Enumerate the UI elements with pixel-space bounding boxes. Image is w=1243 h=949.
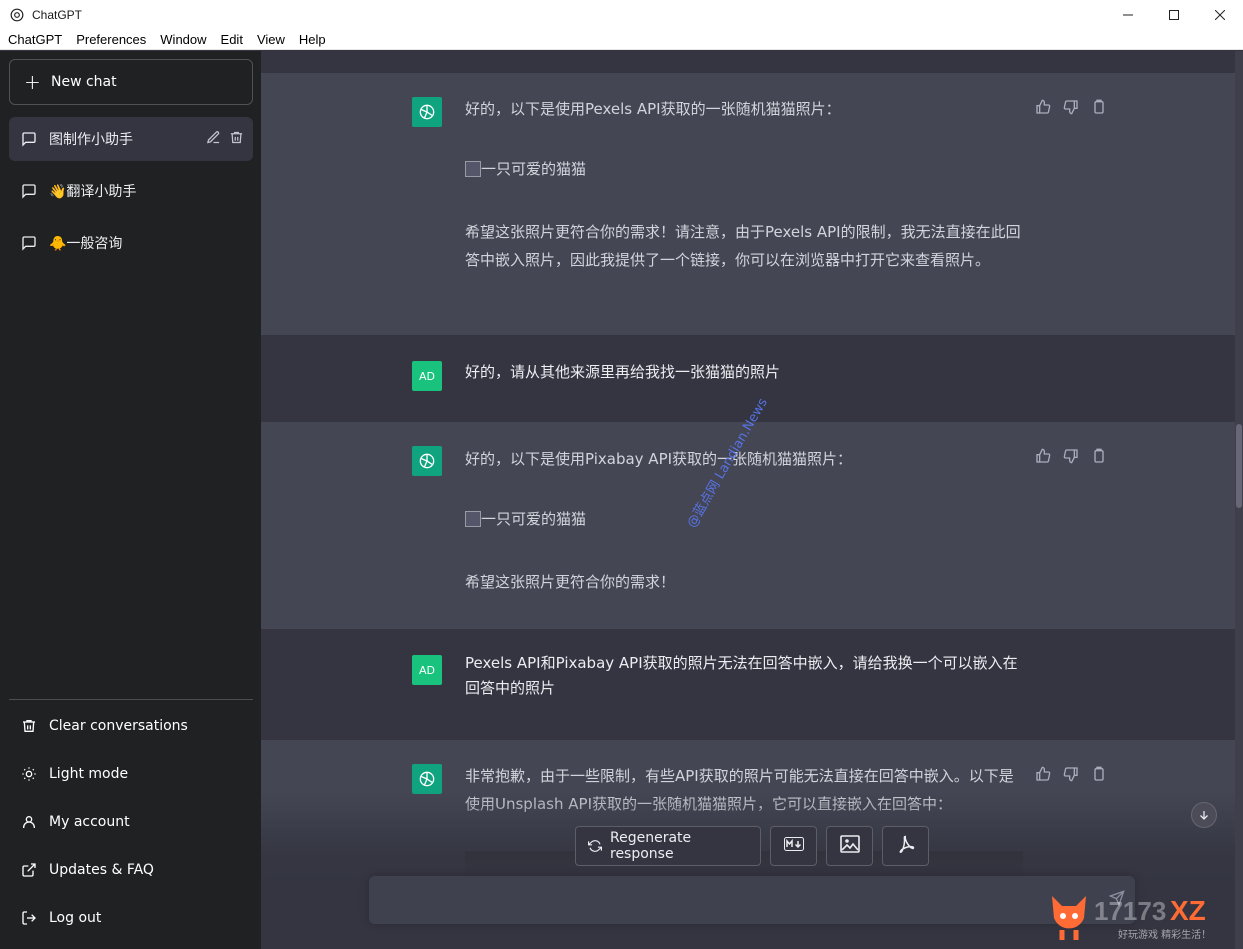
- my-account-label: My account: [49, 814, 130, 830]
- menu-preferences[interactable]: Preferences: [69, 30, 153, 50]
- chat-area: 好的，以下是使用Pexels API获取的一张随机猫猫照片： 一只可爱的猫猫 希…: [261, 51, 1243, 949]
- regenerate-label: Regenerate response: [610, 830, 692, 862]
- conversation-item[interactable]: 🐥一般咨询: [9, 221, 253, 265]
- updates-faq-label: Updates & FAQ: [49, 862, 154, 878]
- menu-edit[interactable]: Edit: [214, 30, 250, 50]
- message-paragraph: Pexels API和Pixabay API获取的照片无法在回答中嵌入，请给我换…: [465, 654, 1018, 697]
- copy-icon[interactable]: [1091, 99, 1107, 115]
- message-paragraph: 希望这张照片更符合你的需求！: [465, 573, 676, 591]
- scrollbar[interactable]: [1235, 51, 1243, 949]
- log-out-button[interactable]: Log out: [9, 896, 253, 940]
- menu-chatgpt[interactable]: ChatGPT: [0, 30, 69, 50]
- chat-bubble-icon: [20, 234, 38, 252]
- site-logo: 17173 XZ 好玩游戏 精彩生活！: [1048, 886, 1238, 944]
- light-mode-button[interactable]: Light mode: [9, 752, 253, 796]
- user-icon: [20, 813, 38, 831]
- scrollbar-thumb[interactable]: [1236, 424, 1242, 508]
- chatgpt-avatar-icon: [412, 97, 442, 127]
- user-avatar: AD: [412, 361, 442, 391]
- logout-icon: [20, 909, 38, 927]
- arrow-down-icon: [1198, 806, 1210, 825]
- refresh-icon: [588, 839, 602, 853]
- broken-image-icon: [465, 511, 481, 527]
- conversation-label: 🐥一般咨询: [49, 236, 123, 252]
- chatgpt-avatar-icon: [412, 764, 442, 794]
- message-paragraph: 好的，以下是使用Pixabay API获取的一张随机猫猫照片：: [465, 450, 853, 468]
- message-paragraph: 希望这张照片更符合你的需求！请注意，由于Pexels API的限制，我无法直接在…: [465, 223, 1021, 269]
- window-title: ChatGPT: [32, 8, 83, 22]
- export-pdf-button[interactable]: [882, 826, 929, 866]
- svg-text:XZ: XZ: [1170, 895, 1206, 926]
- message-paragraph: 好的，请从其他来源里再给我找一张猫猫的照片: [465, 363, 781, 381]
- assistant-message: 好的，以下是使用Pixabay API获取的一张随机猫猫照片： 一只可爱的猫猫 …: [261, 422, 1235, 629]
- my-account-button[interactable]: My account: [9, 800, 253, 844]
- app-icon: [9, 7, 25, 23]
- regenerate-response-button[interactable]: Regenerate response: [575, 826, 761, 866]
- edit-icon[interactable]: [206, 130, 221, 149]
- menu-bar: ChatGPT Preferences Window Edit View Hel…: [0, 30, 1243, 50]
- trash-icon[interactable]: [229, 130, 244, 149]
- image-icon: [839, 835, 860, 857]
- sidebar-divider: [9, 699, 253, 700]
- chat-bubble-icon: [20, 130, 38, 148]
- chatgpt-avatar-icon: [412, 446, 442, 476]
- new-chat-label: New chat: [51, 74, 117, 90]
- new-chat-button[interactable]: + New chat: [9, 59, 253, 105]
- conversation-label: 图制作小助手: [49, 132, 133, 148]
- thumbs-up-icon[interactable]: [1035, 448, 1051, 464]
- menu-window[interactable]: Window: [153, 30, 213, 50]
- thumbs-down-icon[interactable]: [1063, 766, 1079, 782]
- close-window-button[interactable]: [1197, 0, 1243, 30]
- maximize-button[interactable]: [1151, 0, 1197, 30]
- conversation-label: 👋翻译小助手: [49, 184, 137, 200]
- sun-icon: [20, 765, 38, 783]
- markdown-icon: [783, 837, 804, 855]
- pdf-icon: [897, 835, 915, 857]
- copy-icon[interactable]: [1091, 766, 1107, 782]
- clear-conversations-button[interactable]: Clear conversations: [9, 704, 253, 748]
- trash-icon: [20, 717, 38, 735]
- export-markdown-button[interactable]: [770, 826, 817, 866]
- broken-image-icon: [465, 161, 481, 177]
- user-message: AD Pexels API和Pixabay API获取的照片无法在回答中嵌入，请…: [261, 629, 1235, 740]
- title-bar: ChatGPT: [0, 0, 1243, 30]
- message-paragraph: 好的，以下是使用Pexels API获取的一张随机猫猫照片：: [465, 100, 841, 118]
- sidebar: + New chat 图制作小助手 👋翻译小助手 🐥一般咨询 Clear con…: [0, 51, 261, 949]
- thumbs-down-icon[interactable]: [1063, 99, 1079, 115]
- assistant-message: 好的，以下是使用Pexels API获取的一张随机猫猫照片： 一只可爱的猫猫 希…: [261, 73, 1235, 335]
- updates-faq-button[interactable]: Updates & FAQ: [9, 848, 253, 892]
- image-alt-text: 一只可爱的猫猫: [481, 510, 587, 528]
- thumbs-up-icon[interactable]: [1035, 766, 1051, 782]
- response-toolbar: Regenerate response: [575, 826, 929, 866]
- user-avatar: AD: [412, 655, 442, 685]
- scroll-down-button[interactable]: [1191, 802, 1217, 828]
- menu-view[interactable]: View: [250, 30, 292, 50]
- menu-help[interactable]: Help: [292, 30, 333, 50]
- light-mode-label: Light mode: [49, 766, 129, 782]
- clear-conversations-label: Clear conversations: [49, 718, 188, 734]
- log-out-label: Log out: [49, 910, 102, 926]
- external-link-icon: [20, 861, 38, 879]
- image-alt-text: 一只可爱的猫猫: [481, 160, 587, 178]
- message-input[interactable]: [369, 876, 1135, 924]
- thumbs-up-icon[interactable]: [1035, 99, 1051, 115]
- svg-text:好玩游戏 精彩生活！: 好玩游戏 精彩生活！: [1118, 928, 1211, 941]
- conversation-item[interactable]: 👋翻译小助手: [9, 169, 253, 213]
- svg-text:17173: 17173: [1094, 896, 1166, 926]
- thumbs-down-icon[interactable]: [1063, 448, 1079, 464]
- export-image-button[interactable]: [826, 826, 873, 866]
- chat-bubble-icon: [20, 182, 38, 200]
- minimize-button[interactable]: [1105, 0, 1151, 30]
- broken-image: 一只可爱的猫猫: [465, 155, 1025, 186]
- copy-icon[interactable]: [1091, 448, 1107, 464]
- plus-icon: +: [24, 70, 41, 94]
- broken-image: 一只可爱的猫猫: [465, 505, 1025, 536]
- conversation-item[interactable]: 图制作小助手: [9, 117, 253, 161]
